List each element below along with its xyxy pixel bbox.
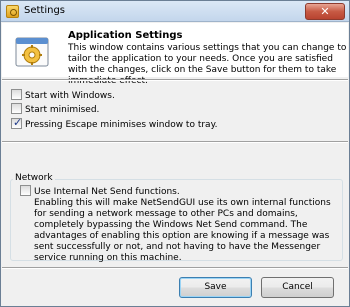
internal-net-send-checkbox[interactable] [20,185,31,196]
settings-window: Settings ✕ Application Settings This win… [0,0,350,307]
start-minimised-checkbox[interactable] [11,103,22,114]
escape-minimises-checkbox[interactable] [11,116,22,129]
header-panel: Application Settings This window contain… [2,23,348,86]
option-label: Pressing Escape minimises window to tray… [25,119,218,130]
options-divider [2,141,348,143]
save-button[interactable]: Save [179,277,252,298]
option-start-with-windows[interactable]: Start with Windows. [11,89,115,103]
cancel-button[interactable]: Cancel [261,277,334,298]
network-description: Enabling this will make NetSendGUI use i… [34,198,331,263]
footer-divider [2,267,348,269]
header-divider [2,79,348,81]
option-start-minimised[interactable]: Start minimised. [11,103,100,117]
option-label: Start minimised. [25,104,100,115]
app-icon [6,5,19,18]
title-bar[interactable]: Settings ✕ [1,1,349,22]
window-title: Settings [24,5,66,16]
start-with-windows-checkbox[interactable] [11,89,22,100]
option-escape-minimises[interactable]: Pressing Escape minimises window to tray… [11,116,218,132]
close-button[interactable]: ✕ [305,3,345,20]
network-group-label: Network [13,173,55,183]
settings-window-icon [15,37,49,67]
header-title: Application Settings [68,30,183,41]
option-label: Use Internal Net Send functions. [34,186,180,197]
option-label: Start with Windows. [25,90,115,101]
